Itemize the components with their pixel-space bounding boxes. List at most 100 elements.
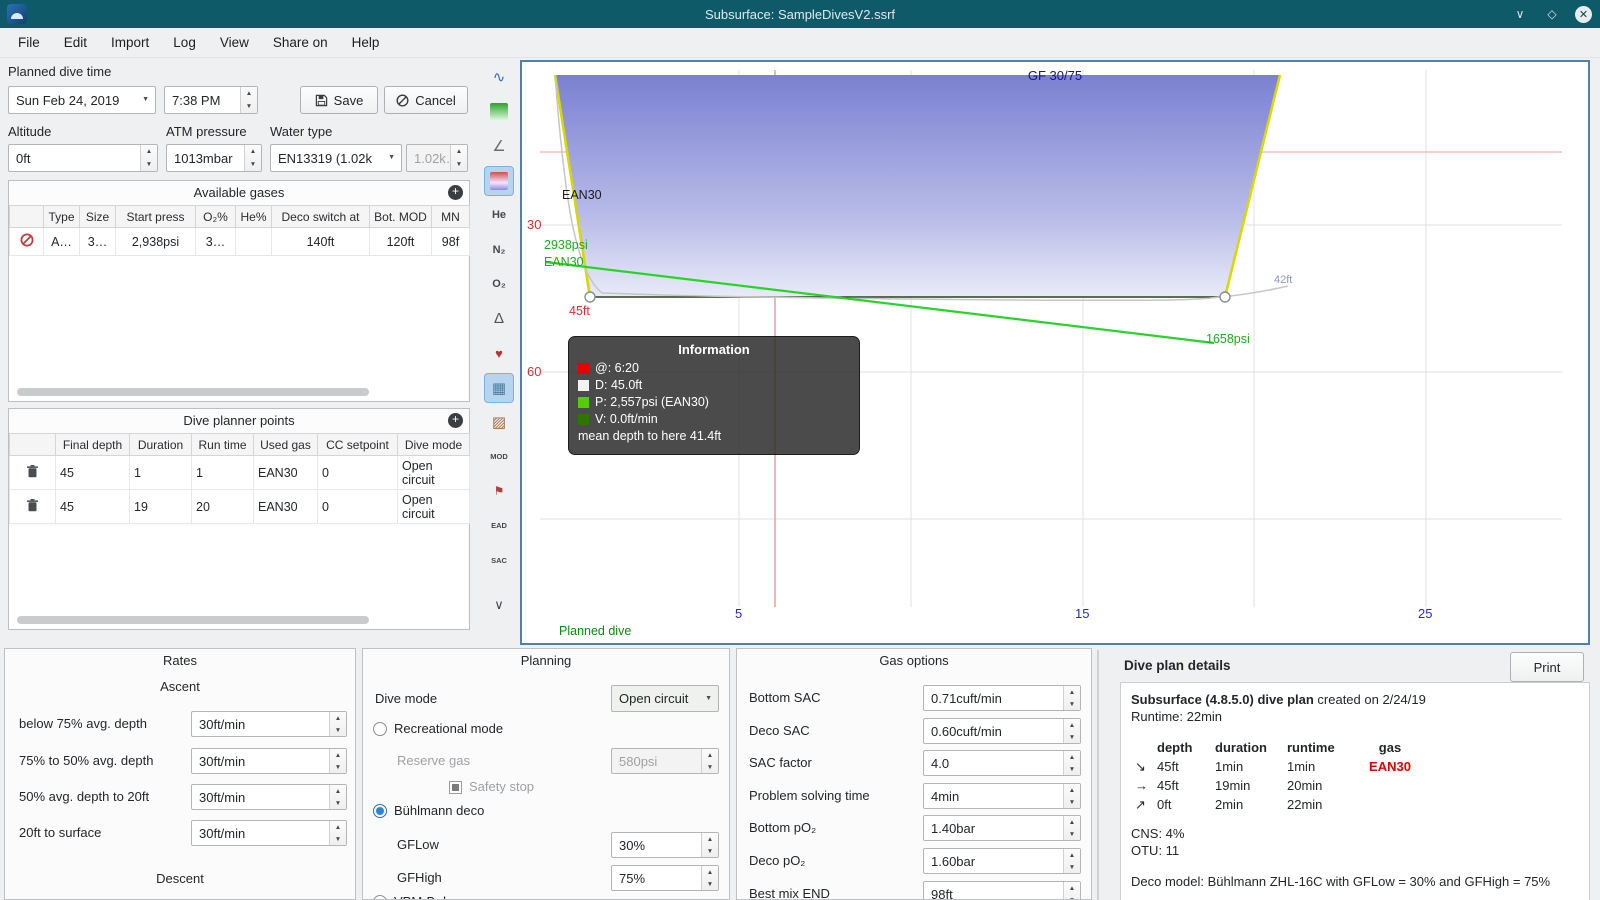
ascent-rate-50-spinner[interactable]: 30ft/min xyxy=(191,748,347,774)
recreational-mode-radio[interactable] xyxy=(373,722,387,736)
waypoint-handle-start[interactable] xyxy=(584,291,596,303)
gases-col-decoswitch[interactable]: Deco switch at xyxy=(271,205,370,228)
point-runtime-cell[interactable]: 20 xyxy=(191,489,254,524)
spinner-buttons[interactable] xyxy=(1063,784,1080,808)
air-toggle-icon[interactable]: Δ xyxy=(484,304,514,334)
heartrate-icon[interactable]: ♥ xyxy=(484,338,514,368)
point-depth-cell[interactable]: 45 xyxy=(55,489,130,524)
ceiling-toggle-icon[interactable] xyxy=(484,165,514,196)
buhlmann-deco-radio[interactable] xyxy=(373,804,387,818)
cancel-button[interactable]: Cancel xyxy=(384,86,468,114)
gas-botmod-cell[interactable]: 120ft xyxy=(369,227,432,256)
o2-graph-icon[interactable]: O₂ xyxy=(484,269,514,299)
dive-mode-select[interactable]: Open circuit xyxy=(611,685,719,712)
point-depth-cell[interactable]: 45 xyxy=(55,455,130,490)
add-gas-button[interactable] xyxy=(448,184,463,200)
vpmb-deco-radio[interactable] xyxy=(373,895,387,899)
menu-log[interactable]: Log xyxy=(161,28,208,58)
spinner-buttons[interactable] xyxy=(1063,751,1080,775)
point-row[interactable]: 45 19 20 EAN30 0 Open circuit xyxy=(9,489,470,524)
point-row[interactable]: 45 1 1 EAN30 0 Open circuit xyxy=(9,455,470,490)
save-button[interactable]: Save xyxy=(300,86,378,114)
mod-icon[interactable]: MOD xyxy=(484,442,514,472)
best-mix-end-spinner[interactable]: 98ft xyxy=(923,881,1081,899)
gases-col-he[interactable]: He% xyxy=(235,205,272,228)
spinner-buttons[interactable] xyxy=(1063,816,1080,840)
ascent-rate-75-spinner[interactable]: 30ft/min xyxy=(191,711,347,737)
gases-col-botmod[interactable]: Bot. MOD xyxy=(369,205,432,228)
minimize-icon[interactable] xyxy=(1511,5,1529,23)
gases-col-o2[interactable]: O₂% xyxy=(195,205,236,228)
altitude-spinner[interactable]: 0ft xyxy=(8,144,158,172)
menu-edit[interactable]: Edit xyxy=(52,28,99,58)
spinner-buttons[interactable] xyxy=(1063,686,1080,710)
point-gas-cell[interactable]: EAN30 xyxy=(253,489,318,524)
ndl-icon[interactable]: ⚑ xyxy=(484,476,514,506)
gas-type-cell[interactable]: A… xyxy=(43,227,80,256)
ascent-rate-surface-spinner[interactable]: 30ft/min xyxy=(191,820,347,846)
point-setpoint-cell[interactable]: 0 xyxy=(317,455,398,490)
he-graph-icon[interactable]: He xyxy=(484,200,514,230)
points-col-runtime[interactable]: Run time xyxy=(191,433,254,456)
delete-point-icon[interactable] xyxy=(27,498,38,512)
scroll-down-icon[interactable]: ∨ xyxy=(484,590,514,620)
point-setpoint-cell[interactable]: 0 xyxy=(317,489,398,524)
gas-he-cell[interactable] xyxy=(235,227,272,256)
point-duration-cell[interactable]: 1 xyxy=(129,455,192,490)
gas-mnd-cell[interactable]: 98f xyxy=(431,227,470,256)
deco-po2-spinner[interactable]: 1.60bar xyxy=(923,848,1081,874)
remove-gas-icon[interactable] xyxy=(20,233,34,247)
spinner-buttons[interactable] xyxy=(701,833,718,857)
spinner-buttons[interactable] xyxy=(244,145,261,171)
ead-icon[interactable]: EAD xyxy=(484,511,514,541)
gflow-spinner[interactable]: 30% xyxy=(611,832,719,858)
pp-gradient-icon[interactable] xyxy=(484,97,514,127)
point-mode-cell[interactable]: Open circuit xyxy=(397,455,470,490)
spinner-buttons[interactable] xyxy=(329,712,346,736)
maximize-icon[interactable] xyxy=(1543,5,1561,23)
gas-size-cell[interactable]: 3… xyxy=(79,227,116,256)
dive-profile-chart[interactable]: GF 30/75 30 60 5 15 25 EAN30 2938psi EAN… xyxy=(520,60,1590,645)
points-col-mode[interactable]: Dive mode xyxy=(397,433,470,456)
water-type-select[interactable]: EN13319 (1.02k xyxy=(270,144,402,172)
points-col-gas[interactable]: Used gas xyxy=(253,433,318,456)
delete-point-icon[interactable] xyxy=(27,464,38,478)
points-hscrollbar[interactable] xyxy=(17,616,369,624)
spinner-buttons[interactable] xyxy=(701,866,718,890)
photos-toggle-icon[interactable]: ▦ xyxy=(484,372,514,403)
point-duration-cell[interactable]: 19 xyxy=(129,489,192,524)
sac-factor-spinner[interactable]: 4.0 xyxy=(923,750,1081,776)
menu-file[interactable]: File xyxy=(6,28,52,58)
ascent-rate-20ft-spinner[interactable]: 30ft/min xyxy=(191,784,347,810)
bottom-po2-spinner[interactable]: 1.40bar xyxy=(923,815,1081,841)
gases-col-startpress[interactable]: Start press xyxy=(115,205,196,228)
add-point-button[interactable] xyxy=(448,412,463,428)
spinner-buttons[interactable] xyxy=(1063,882,1080,899)
gas-startpress-cell[interactable]: 2,938psi xyxy=(115,227,196,256)
spinner-buttons[interactable] xyxy=(329,785,346,809)
points-col-setpoint[interactable]: CC setpoint xyxy=(317,433,398,456)
points-col-duration[interactable]: Duration xyxy=(129,433,192,456)
gfhigh-spinner[interactable]: 75% xyxy=(611,865,719,891)
atm-pressure-spinner[interactable]: 1013mbar xyxy=(166,144,262,172)
gas-o2-cell[interactable]: 3… xyxy=(195,227,236,256)
bottom-sac-spinner[interactable]: 0.71cuft/min xyxy=(923,685,1081,711)
problem-time-spinner[interactable]: 4min xyxy=(923,783,1081,809)
print-button[interactable]: Print xyxy=(1510,652,1584,682)
spinner-buttons[interactable] xyxy=(240,87,257,113)
point-gas-cell[interactable]: EAN30 xyxy=(253,455,318,490)
gases-col-type[interactable]: Type xyxy=(43,205,80,228)
deco-sac-spinner[interactable]: 0.60cuft/min xyxy=(923,718,1081,744)
point-runtime-cell[interactable]: 1 xyxy=(191,455,254,490)
profile-graph-icon[interactable]: ∿ xyxy=(484,62,514,92)
spinner-buttons[interactable] xyxy=(329,821,346,845)
gases-col-mnd[interactable]: MN xyxy=(431,205,470,228)
spinner-buttons[interactable] xyxy=(140,145,157,171)
gas-row[interactable]: A… 3… 2,938psi 3… 140ft 120ft 98f xyxy=(9,227,470,256)
sac-icon[interactable]: SAC xyxy=(484,545,514,575)
dive-date-select[interactable]: Sun Feb 24, 2019 xyxy=(8,86,156,114)
points-col-depth[interactable]: Final depth xyxy=(55,433,130,456)
n2-graph-icon[interactable]: N₂ xyxy=(484,235,514,265)
spinner-buttons[interactable] xyxy=(1063,849,1080,873)
tissues-icon[interactable]: ▨ xyxy=(484,407,514,437)
